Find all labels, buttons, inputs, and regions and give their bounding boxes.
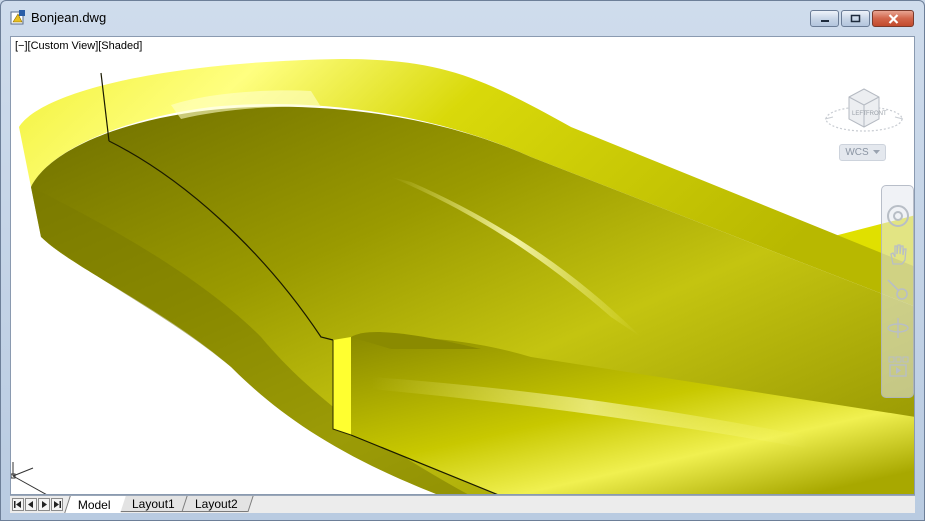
drawing-window: Bonjean.dwg [−][Custom View][Shaded] LEF… [0, 0, 925, 521]
first-icon [14, 501, 21, 508]
tab-layout1[interactable]: Layout1 [118, 496, 189, 512]
wcs-menu-button[interactable]: WCS [839, 144, 886, 161]
previous-layout-button[interactable] [25, 498, 37, 511]
steering-wheel-icon[interactable] [886, 204, 910, 228]
tab-model-label: Model [78, 497, 111, 512]
viewcube[interactable]: LEFT FRONT [819, 67, 909, 147]
shaded-hull-model [11, 59, 914, 494]
minimize-button[interactable] [810, 10, 839, 27]
pan-hand-icon[interactable] [886, 242, 910, 266]
tab-layout2-label: Layout2 [195, 496, 239, 511]
view-controls-label[interactable]: [−][Custom View][Shaded] [15, 40, 142, 52]
tab-layout2[interactable]: Layout2 [181, 496, 253, 512]
first-layout-button[interactable] [12, 498, 24, 511]
close-button[interactable] [872, 10, 914, 27]
next-icon [42, 501, 47, 508]
tab-layout1-label: Layout1 [131, 496, 175, 511]
autocad-drawing-icon [10, 10, 25, 25]
layout-tab-bar: Model Layout1 Layout2 [10, 495, 915, 513]
close-icon [888, 13, 898, 24]
wcs-label: WCS [845, 147, 869, 158]
ucs-icon [11, 462, 47, 494]
navigation-bar [881, 185, 914, 398]
title-bar[interactable]: Bonjean.dwg [1, 1, 924, 35]
viewcube-face-front[interactable]: FRONT [866, 111, 887, 117]
restore-icon [850, 14, 861, 23]
window-title: Bonjean.dwg [31, 10, 107, 25]
tab-model[interactable]: Model [64, 496, 126, 513]
minimize-icon [820, 19, 829, 22]
model-viewport[interactable]: [−][Custom View][Shaded] LEFT FRONT WCS [10, 36, 915, 495]
last-icon [54, 501, 61, 508]
previous-icon [28, 501, 33, 508]
last-layout-button[interactable] [51, 498, 63, 511]
next-layout-button[interactable] [38, 498, 50, 511]
chevron-down-icon [872, 150, 880, 154]
orbit-icon[interactable] [886, 316, 910, 340]
restore-button[interactable] [841, 10, 870, 27]
viewcube-face-left[interactable]: LEFT [852, 111, 867, 117]
zoom-icon[interactable] [886, 278, 910, 302]
showmotion-icon[interactable] [886, 354, 910, 378]
